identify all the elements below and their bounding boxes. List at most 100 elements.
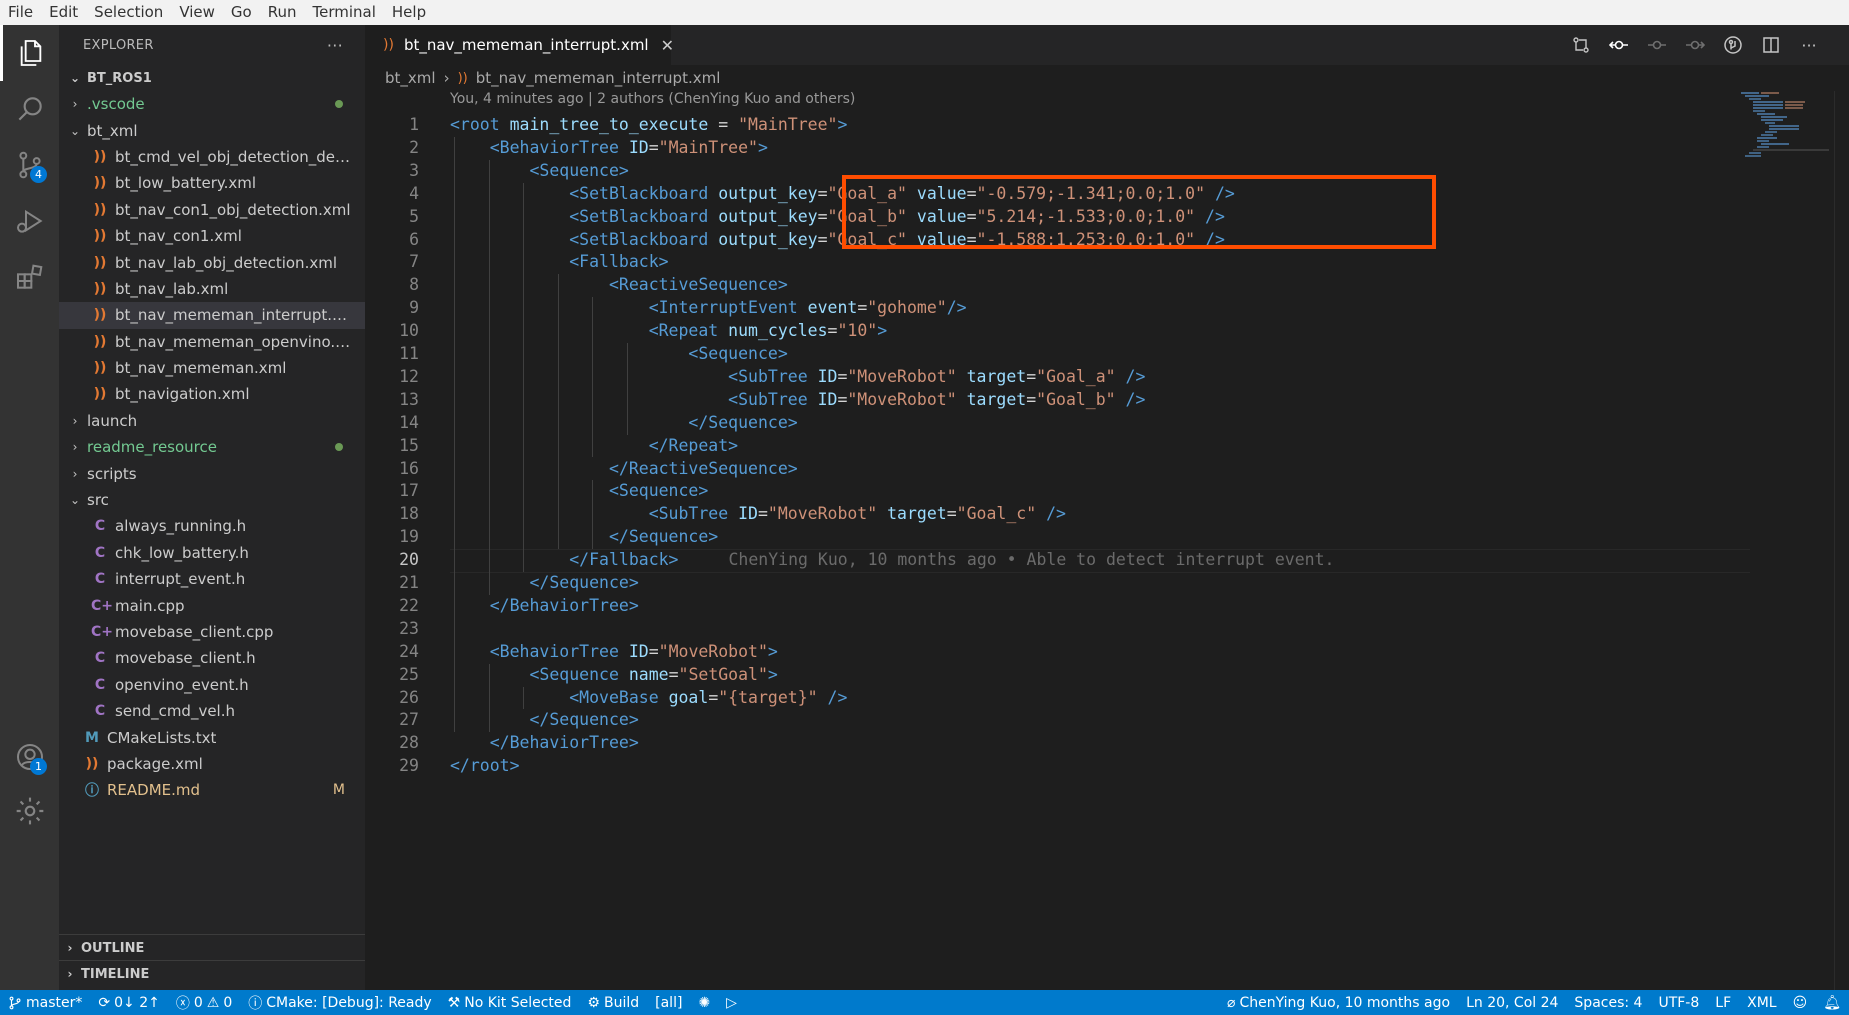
code-token: /> — [1125, 389, 1146, 409]
code-token: "MoveRobot" — [847, 366, 967, 386]
tree-folder[interactable]: ⌄ src — [59, 487, 365, 513]
breadcrumb-folder[interactable]: bt_xml — [385, 69, 436, 87]
timeline-next-button[interactable] — [1685, 35, 1705, 55]
more-actions-button[interactable]: ··· — [1799, 35, 1819, 55]
commit-button[interactable] — [1647, 35, 1667, 55]
minimap[interactable] — [1739, 91, 1831, 161]
tree-file[interactable]: Cmovebase_client.h — [59, 645, 365, 671]
menu-go[interactable]: Go — [223, 0, 260, 25]
build-button[interactable]: ⚙ Build — [579, 995, 647, 1011]
cursor-position[interactable]: Ln 20, Col 24 — [1458, 995, 1566, 1011]
code-token: = — [837, 366, 848, 386]
manage-activity-button[interactable] — [0, 783, 59, 839]
language-mode[interactable]: XML — [1739, 995, 1784, 1011]
build-target[interactable]: [all] — [647, 995, 690, 1011]
tab-active-file[interactable]: )) bt_nav_mememan_interrupt.xml ✕ — [365, 25, 674, 65]
sync-icon: ⟳ — [98, 994, 111, 1011]
indentation[interactable]: Spaces: 4 — [1566, 995, 1650, 1011]
tree-folder[interactable]: › scripts — [59, 460, 365, 486]
tree-file[interactable]: M CMakeLists.txt — [59, 724, 365, 750]
tree-file[interactable]: ⓘ README.md M — [59, 777, 365, 803]
tree-file[interactable]: Cinterrupt_event.h — [59, 566, 365, 592]
extensions-icon — [16, 264, 42, 289]
toggle-blame-button[interactable] — [1723, 35, 1743, 55]
run-debug-activity-button[interactable] — [0, 193, 59, 249]
menu-help[interactable]: Help — [384, 0, 434, 25]
tree-item-label: interrupt_event.h — [115, 570, 246, 589]
tree-file[interactable]: )) bt_nav_lab_obj_detection.xml — [59, 249, 365, 275]
line-number: 22 — [399, 595, 419, 615]
tree-folder[interactable]: › .vscode — [59, 91, 365, 117]
explorer-activity-button[interactable] — [0, 25, 59, 81]
code-token: "Goal_c" — [956, 504, 1047, 524]
tree-file[interactable]: )) bt_cmd_vel_obj_detection_demo... — [59, 144, 365, 170]
cmake-status[interactable]: ⓘ CMake: [Debug]: Ready — [240, 993, 439, 1013]
extensions-activity-button[interactable] — [0, 249, 59, 305]
outline-panel-header[interactable]: › OUTLINE — [59, 934, 365, 961]
feedback-icon[interactable]: ☺ — [1785, 995, 1816, 1011]
timeline-prev-button[interactable] — [1609, 35, 1629, 55]
tree-file[interactable]: )) bt_nav_mememan_interrupt.xml — [59, 302, 365, 329]
tree-file[interactable]: )) package.xml — [59, 751, 365, 777]
workspace-root[interactable]: ⌄ BT_ROS1 — [59, 65, 365, 91]
end-of-line[interactable]: LF — [1707, 995, 1739, 1011]
tree-file[interactable]: Cchk_low_battery.h — [59, 540, 365, 566]
split-editor-button[interactable] — [1761, 35, 1781, 55]
code-token: /> — [827, 687, 848, 707]
search-activity-button[interactable] — [0, 81, 59, 137]
timeline-panel-header[interactable]: › TIMELINE — [59, 960, 365, 987]
tree-folder[interactable]: › launch — [59, 408, 365, 434]
breadcrumb-file[interactable]: bt_nav_mememan_interrupt.xml — [476, 69, 721, 87]
menu-edit[interactable]: Edit — [41, 0, 86, 25]
run-icon[interactable]: ▷ — [718, 995, 745, 1011]
branch-status[interactable]: master* — [0, 995, 90, 1011]
tree-file[interactable]: )) bt_navigation.xml — [59, 381, 365, 407]
tree-file[interactable]: C+ movebase_client.cpp — [59, 619, 365, 645]
tree-file[interactable]: )) bt_nav_con1_obj_detection.xml — [59, 197, 365, 223]
bell-icon[interactable]: 🔔︎ — [1815, 995, 1849, 1011]
code-token: "MoveRobot" — [767, 504, 888, 524]
debug-icon[interactable]: ✺ — [690, 995, 718, 1011]
code-token: "MainTree" — [738, 115, 838, 134]
more-actions-button[interactable]: ··· — [327, 36, 343, 55]
codelens-blame[interactable]: You, 4 minutes ago | 2 authors (ChenYing… — [450, 91, 855, 107]
menu-view[interactable]: View — [171, 0, 223, 25]
tree-file[interactable]: C+ main.cpp — [59, 592, 365, 618]
line-blame-status[interactable]: ⌀ ChenYing Kuo, 10 months ago — [1219, 995, 1458, 1011]
tree-item-label: readme_resource — [87, 438, 217, 457]
tree-file[interactable]: )) bt_nav_mememan_openvino.xml — [59, 329, 365, 355]
code-line: <BehaviorTree ID="MoveRobot"> — [450, 641, 778, 664]
encoding[interactable]: UTF-8 — [1650, 995, 1707, 1011]
tree-file[interactable]: )) bt_nav_con1.xml — [59, 223, 365, 249]
code-token: = — [817, 183, 828, 203]
open-changes-button[interactable] — [1571, 35, 1591, 55]
tree-file[interactable]: )) bt_nav_mememan.xml — [59, 355, 365, 381]
tree-file[interactable]: Csend_cmd_vel.h — [59, 698, 365, 724]
close-icon[interactable]: ✕ — [661, 36, 674, 55]
run-debug-icon — [16, 209, 43, 233]
menu-file[interactable]: File — [0, 0, 41, 25]
menu-selection[interactable]: Selection — [86, 0, 171, 25]
tree-file[interactable]: )) bt_nav_lab.xml — [59, 276, 365, 302]
tree-file[interactable]: Calways_running.h — [59, 513, 365, 539]
menu-run[interactable]: Run — [260, 0, 305, 25]
tree-file[interactable]: )) bt_low_battery.xml — [59, 170, 365, 196]
accounts-activity-button[interactable]: 1 — [0, 729, 59, 785]
tree-file[interactable]: Copenvino_event.h — [59, 672, 365, 698]
tree-item-label: README.md — [107, 781, 201, 800]
kit-status[interactable]: ⚒ No Kit Selected — [440, 995, 580, 1011]
problems-status[interactable]: ⓧ 0 ⚠ 0 — [168, 993, 240, 1013]
sync-status[interactable]: ⟳ 0↓ 2↑ — [90, 995, 167, 1011]
info-icon: ⓘ — [248, 995, 263, 1012]
tree-folder[interactable]: › readme_resource — [59, 434, 365, 460]
timeline-label: TIMELINE — [81, 966, 150, 982]
code-token: <Sequence> — [529, 160, 629, 180]
source-control-activity-button[interactable]: 4 — [0, 137, 59, 193]
menu-terminal[interactable]: Terminal — [305, 0, 384, 25]
tree-folder[interactable]: ⌄ bt_xml — [59, 117, 365, 143]
line-number: 26 — [399, 687, 419, 707]
vertical-scrollbar[interactable] — [1834, 91, 1849, 990]
